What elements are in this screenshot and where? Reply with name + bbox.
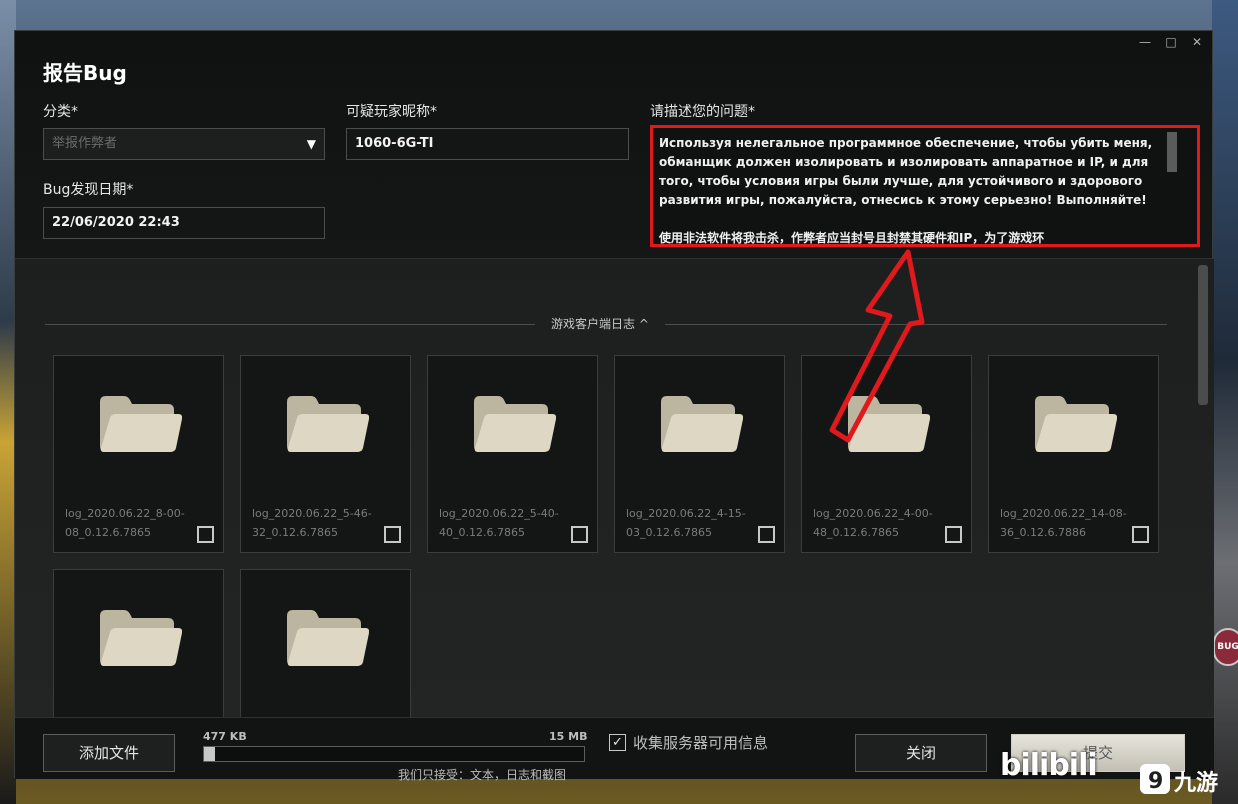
upload-size-bar xyxy=(203,746,585,762)
log-file-card[interactable]: log_2020.06.22_4-15-03_0.12.6.7865 xyxy=(614,355,785,553)
background-right xyxy=(1212,0,1238,804)
close-button[interactable]: 关闭 xyxy=(855,734,987,772)
log-file-name: log_2020.06.22_4-00-48_0.12.6.7865 xyxy=(813,507,933,539)
log-file-name: log_2020.06.22_5-40-40_0.12.6.7865 xyxy=(439,507,559,539)
log-file-checkbox[interactable] xyxy=(945,526,962,543)
report-bug-window: — □ ✕ 报告Bug 分类* 举报作弊者 ▼ 可疑玩家昵称* 1060-6G-… xyxy=(14,30,1214,782)
bilibili-watermark: bilibili xyxy=(1000,748,1098,783)
window-title: 报告Bug xyxy=(43,61,127,85)
log-file-checkbox[interactable] xyxy=(384,526,401,543)
logs-scrollbar[interactable] xyxy=(1198,265,1208,405)
add-file-button[interactable]: 添加文件 xyxy=(43,734,175,772)
folder-icon xyxy=(474,396,556,452)
svg-text:九游: 九游 xyxy=(1173,770,1218,796)
close-window-icon[interactable]: ✕ xyxy=(1190,35,1204,49)
folder-icon xyxy=(287,396,369,452)
date-input[interactable]: 22/06/2020 22:43 xyxy=(43,207,325,239)
folder-icon xyxy=(287,610,369,666)
window-controls: — □ ✕ xyxy=(1138,35,1204,49)
folder-icon xyxy=(1035,396,1117,452)
section-divider-left xyxy=(45,324,535,325)
log-file-name: log_2020.06.22_8-00-08_0.12.6.7865 xyxy=(65,507,185,539)
category-label: 分类* xyxy=(43,104,78,120)
max-size-label: 15 MB xyxy=(549,730,588,743)
log-file-checkbox[interactable] xyxy=(571,526,588,543)
log-file-card[interactable]: log_2020.06.22_5-40-40_0.12.6.7865 xyxy=(427,355,598,553)
collect-info-label: 收集服务器可用信息 xyxy=(633,734,769,752)
form-header-area: — □ ✕ 报告Bug 分类* 举报作弊者 ▼ 可疑玩家昵称* 1060-6G-… xyxy=(15,31,1212,259)
category-select[interactable]: 举报作弊者 ▼ xyxy=(43,128,325,160)
logs-section-toggle[interactable]: 游戏客户端日志 ^ xyxy=(551,315,649,332)
svg-text:9: 9 xyxy=(1148,769,1163,794)
log-file-card[interactable]: log_2020.06.22_5-46-32_0.12.6.7865 xyxy=(240,355,411,553)
log-file-card[interactable] xyxy=(240,569,411,717)
log-file-checkbox[interactable] xyxy=(197,526,214,543)
jiuyou-logo: 9 九游 xyxy=(1140,764,1218,796)
logs-panel: 游戏客户端日志 ^ log_2020.06.22_8-00-08_0.12.6.… xyxy=(15,259,1214,717)
log-file-name: log_2020.06.22_5-46-32_0.12.6.7865 xyxy=(252,507,372,539)
description-scrollbar[interactable] xyxy=(1167,132,1177,172)
folder-icon xyxy=(100,610,182,666)
log-file-card[interactable] xyxy=(53,569,224,717)
description-label: 请描述您的问题* xyxy=(650,104,755,120)
log-file-card[interactable]: log_2020.06.22_8-00-08_0.12.6.7865 xyxy=(53,355,224,553)
log-file-card[interactable]: log_2020.06.22_14-08-36_0.12.6.7886 xyxy=(988,355,1159,553)
collect-info-checkbox[interactable]: ✓ xyxy=(609,734,626,751)
upload-size-fill xyxy=(204,747,216,761)
nickname-label: 可疑玩家昵称* xyxy=(346,104,437,120)
category-value: 举报作弊者 xyxy=(52,136,118,151)
log-file-checkbox[interactable] xyxy=(758,526,775,543)
background-car-badge: BUG xyxy=(1213,628,1238,666)
log-file-name: log_2020.06.22_14-08-36_0.12.6.7886 xyxy=(1000,507,1127,539)
description-textarea[interactable]: Используя нелегальное программное обеспе… xyxy=(650,125,1200,247)
red-arrow-annotation xyxy=(829,249,925,443)
chevron-down-icon: ▼ xyxy=(306,137,316,151)
accepted-types-note: 我们只接受：文本，日志和截图 xyxy=(398,768,567,782)
folder-icon xyxy=(661,396,743,452)
log-file-checkbox[interactable] xyxy=(1132,526,1149,543)
description-text: Используя нелегальное программное обеспе… xyxy=(659,136,1153,245)
nickname-input[interactable]: 1060-6G-TI xyxy=(346,128,629,160)
date-label: Bug发现日期* xyxy=(43,182,134,198)
current-size-label: 477 KB xyxy=(203,730,247,743)
maximize-icon[interactable]: □ xyxy=(1164,35,1178,49)
folder-icon xyxy=(100,396,182,452)
minimize-icon[interactable]: — xyxy=(1138,35,1152,49)
log-file-name: log_2020.06.22_4-15-03_0.12.6.7865 xyxy=(626,507,746,539)
